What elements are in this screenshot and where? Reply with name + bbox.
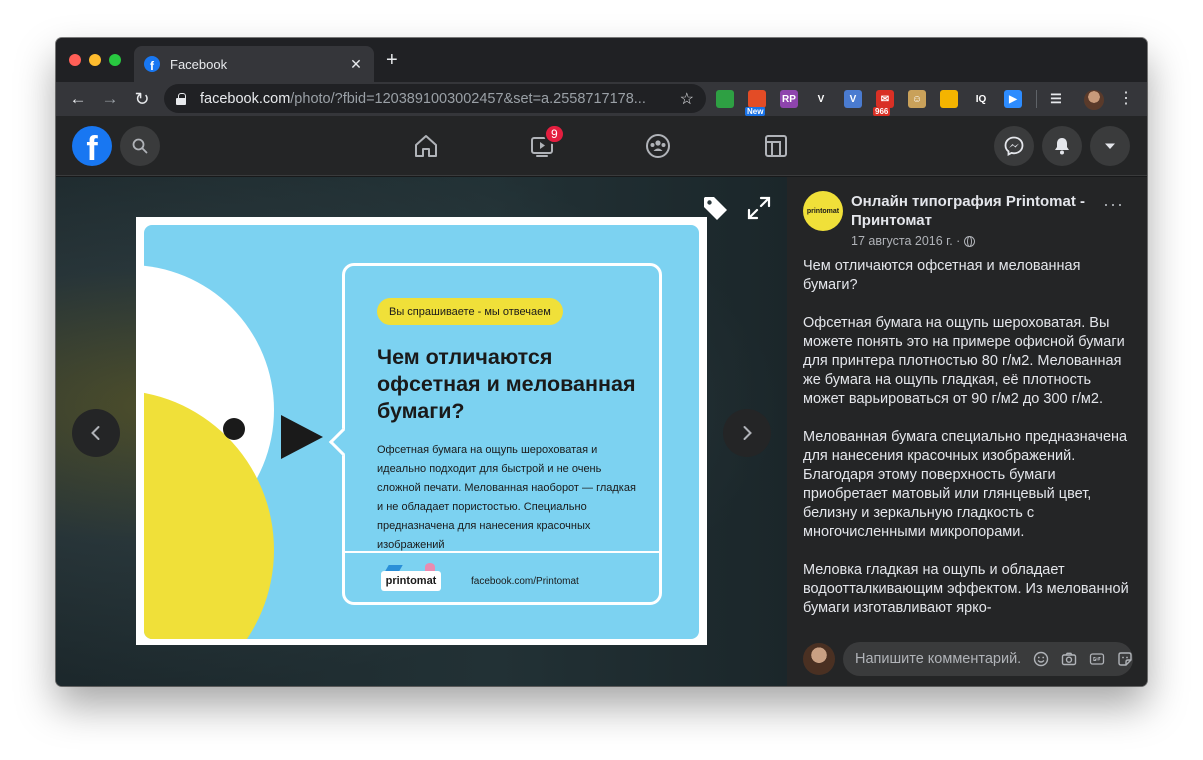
post-date[interactable]: 17 августа 2016 г. · — [851, 234, 976, 248]
nav-gaming[interactable] — [760, 130, 792, 162]
gaming-icon — [765, 135, 787, 157]
user-avatar — [803, 643, 835, 675]
watch-notification-badge: 9 — [544, 124, 565, 144]
face-ext-icon[interactable]: ☺ — [908, 90, 926, 108]
chevron-right-icon — [743, 426, 752, 440]
url-host: facebook.com — [200, 90, 291, 107]
messenger-icon — [1004, 136, 1024, 156]
bird-eye-illustration — [223, 418, 245, 440]
search-icon — [132, 138, 148, 154]
profile-avatar[interactable] — [1084, 90, 1104, 110]
back-button[interactable]: ← — [66, 87, 90, 111]
zoom-window-button[interactable] — [109, 54, 121, 66]
reload-button[interactable]: ↻ — [130, 87, 154, 111]
photo-card: Вы спрашиваете - мы отвечаем Чем отличаю… — [144, 225, 699, 639]
notifications-button[interactable] — [1042, 126, 1082, 166]
fullscreen-button[interactable] — [742, 191, 776, 225]
bell-icon — [1055, 138, 1069, 155]
close-window-button[interactable] — [69, 54, 81, 66]
expand-icon — [747, 196, 771, 220]
tab-close-icon[interactable]: ✕ — [348, 56, 364, 73]
extension-badge: New — [745, 107, 766, 116]
chevron-left-icon — [91, 426, 100, 440]
facebook-logo-icon[interactable]: f — [72, 126, 112, 166]
new-tab-button[interactable]: + — [386, 50, 398, 70]
flag-ext-icon[interactable] — [940, 90, 958, 108]
post-text: Чем отличаются офсетная и мелованная бум… — [803, 257, 1133, 635]
toolbar-separator — [1036, 90, 1037, 108]
tab-strip: f Facebook ✕ + — [56, 38, 1147, 82]
rp-ext-icon[interactable]: RP — [780, 90, 798, 108]
nav-groups[interactable] — [642, 130, 674, 162]
speech-bubble: Вы спрашиваете - мы отвечаем Чем отличаю… — [328, 263, 662, 605]
url-path: /photo/?fbid=1203891003002457&set=a.2558… — [290, 90, 646, 107]
facebook-favicon-icon: f — [144, 56, 160, 72]
post-paragraph: Офсетная бумага на ощупь шероховатая. Вы… — [803, 315, 1125, 407]
nav-home[interactable] — [410, 130, 442, 162]
gif-icon[interactable] — [1089, 651, 1105, 667]
extensions-bar: New RP V V ✉ 966 ☺ IQ ▶ ☰ — [716, 87, 1079, 116]
post-paragraph: Мелованная бумага специально предназначе… — [803, 429, 1128, 540]
account-menu-button[interactable] — [1090, 126, 1130, 166]
more-options-button[interactable]: ··· — [1103, 195, 1124, 213]
next-photo-button[interactable] — [723, 409, 771, 457]
post-photo[interactable]: Вы спрашиваете - мы отвечаем Чем отличаю… — [136, 217, 707, 645]
facebook-header: f 9 — [56, 116, 1147, 176]
mail-ext-icon[interactable]: ✉ 966 — [873, 90, 894, 116]
rainbow-ext-icon[interactable]: New — [745, 90, 766, 116]
v-box-ext-icon[interactable]: V — [844, 90, 862, 108]
browser-toolbar: ← → ↻ facebook.com /photo/?fbid=12038910… — [56, 82, 1147, 116]
v-ext-icon[interactable]: V — [812, 90, 830, 108]
forward-button[interactable]: → — [98, 87, 122, 111]
post-paragraph: Чем отличаются офсетная и мелованная бум… — [803, 258, 1081, 293]
printomat-logo: printomat — [381, 563, 441, 591]
comment-input[interactable]: Напишите комментарий... — [843, 642, 1133, 676]
groups-icon — [646, 134, 670, 158]
comment-placeholder: Напишите комментарий... — [855, 651, 1021, 667]
post-side-panel: printomat Онлайн типография Printomat - … — [787, 177, 1147, 686]
iq-ext-icon[interactable]: IQ — [972, 90, 990, 108]
bookmark-star-icon[interactable]: ☆ — [680, 89, 694, 109]
previous-photo-button[interactable] — [72, 409, 120, 457]
tag-photo-button[interactable] — [698, 191, 732, 225]
tab-title: Facebook — [170, 56, 228, 72]
nav-watch[interactable]: 9 — [526, 124, 565, 162]
page-name-link[interactable]: Онлайн типография Printomat - Принтомат — [851, 192, 1101, 230]
post-date-text: 17 августа 2016 г. · — [851, 234, 961, 248]
sticker-icon[interactable] — [1117, 651, 1133, 667]
minimize-window-button[interactable] — [89, 54, 101, 66]
reading-list-icon[interactable]: ☰ — [1047, 90, 1065, 108]
home-icon — [415, 135, 437, 157]
question-pill: Вы спрашиваете - мы отвечаем — [377, 298, 563, 325]
comment-composer: Напишите комментарий... — [787, 637, 1147, 686]
camera-icon[interactable] — [1061, 651, 1077, 667]
lock-icon — [176, 92, 186, 105]
post-paragraph: Меловка гладкая на ощупь и обладает водо… — [803, 562, 1129, 616]
zoom-ext-icon[interactable]: ▶ — [1004, 90, 1022, 108]
photo-body-text: Офсетная бумага на ощупь шероховатая и и… — [377, 444, 636, 551]
tag-icon — [704, 197, 727, 220]
messenger-button[interactable] — [994, 126, 1034, 166]
search-button[interactable] — [120, 126, 160, 166]
screenshot-ext-icon[interactable] — [716, 90, 734, 108]
emoji-icon[interactable] — [1033, 651, 1049, 667]
address-bar[interactable]: facebook.com /photo/?fbid=12038910030024… — [164, 84, 706, 113]
photo-viewer: Вы спрашиваете - мы отвечаем Чем отличаю… — [56, 177, 787, 686]
bird-beak-illustration — [281, 415, 323, 459]
caret-down-icon — [1105, 143, 1115, 149]
browser-menu-icon[interactable]: ⋮ — [1118, 89, 1134, 109]
extension-badge: 966 — [873, 107, 891, 116]
photo-facebook-link: facebook.com/Printomat — [471, 576, 579, 587]
photo-heading: Чем отличаются офсетная и мелованная бум… — [377, 345, 636, 423]
tab-facebook[interactable]: f Facebook ✕ — [134, 46, 374, 82]
globe-icon — [964, 235, 976, 247]
page-avatar[interactable]: printomat — [803, 191, 843, 231]
browser-window: f Facebook ✕ + ← → ↻ facebook.com /photo… — [56, 38, 1147, 686]
